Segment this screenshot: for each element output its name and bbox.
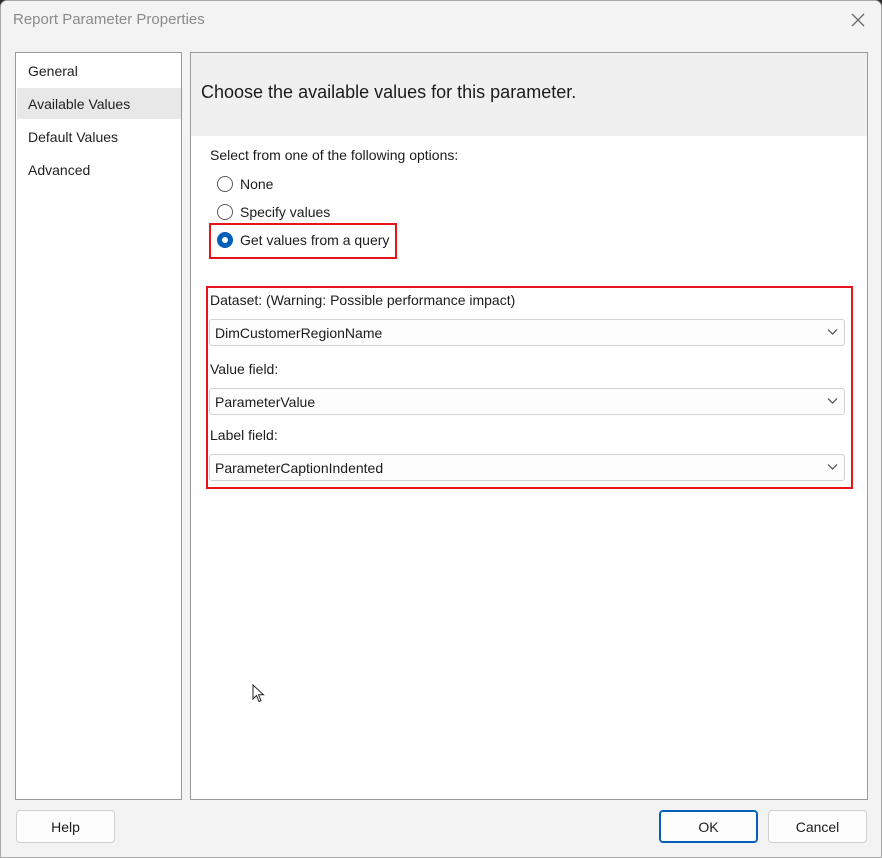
- nav-item-available-values[interactable]: Available Values: [17, 88, 181, 119]
- nav-item-label: Available Values: [28, 96, 131, 112]
- nav-item-label: General: [28, 63, 78, 79]
- label-field-label: Label field:: [210, 427, 278, 443]
- radio-label: Specify values: [240, 204, 331, 220]
- ok-button[interactable]: OK: [659, 810, 758, 843]
- dataset-label: Dataset: (Warning: Possible performance …: [210, 292, 516, 308]
- panel-header: Choose the available values for this par…: [191, 53, 867, 136]
- close-icon: [851, 13, 865, 27]
- radio-none[interactable]: None: [217, 176, 273, 192]
- mouse-pointer-icon: [252, 684, 265, 703]
- help-button[interactable]: Help: [16, 810, 115, 843]
- title-bar: Report Parameter Properties: [1, 1, 881, 39]
- page-nav: General Available Values Default Values …: [15, 52, 182, 800]
- chevron-down-icon: [827, 398, 838, 404]
- nav-item-advanced[interactable]: Advanced: [17, 154, 181, 185]
- highlight-box-query-option: [209, 223, 397, 259]
- window-title: Report Parameter Properties: [13, 11, 205, 28]
- radio-specify-values[interactable]: Specify values: [217, 204, 330, 220]
- options-prompt: Select from one of the following options…: [210, 147, 459, 163]
- nav-item-label: Default Values: [28, 129, 119, 145]
- cancel-button[interactable]: Cancel: [768, 810, 867, 843]
- radio-button[interactable]: [217, 176, 233, 192]
- dataset-value: DimCustomerRegionName: [215, 325, 383, 341]
- value-field-value: ParameterValue: [215, 394, 316, 410]
- nav-item-label: Advanced: [28, 162, 91, 178]
- value-field-dropdown[interactable]: ParameterValue: [209, 388, 845, 415]
- label-field-dropdown[interactable]: ParameterCaptionIndented: [209, 454, 845, 481]
- available-values-panel: Choose the available values for this par…: [190, 52, 868, 800]
- radio-button[interactable]: [217, 204, 233, 220]
- nav-item-general[interactable]: General: [17, 55, 181, 86]
- dialog-window: Report Parameter Properties General Avai…: [0, 0, 882, 858]
- panel-heading: Choose the available values for this par…: [201, 82, 577, 102]
- radio-label: None: [240, 176, 274, 192]
- close-button[interactable]: [835, 1, 881, 39]
- chevron-down-icon: [827, 329, 838, 335]
- nav-item-default-values[interactable]: Default Values: [17, 121, 181, 152]
- value-field-label: Value field:: [210, 361, 279, 377]
- label-field-value: ParameterCaptionIndented: [215, 460, 384, 476]
- dataset-dropdown[interactable]: DimCustomerRegionName: [209, 319, 845, 346]
- chevron-down-icon: [827, 464, 838, 470]
